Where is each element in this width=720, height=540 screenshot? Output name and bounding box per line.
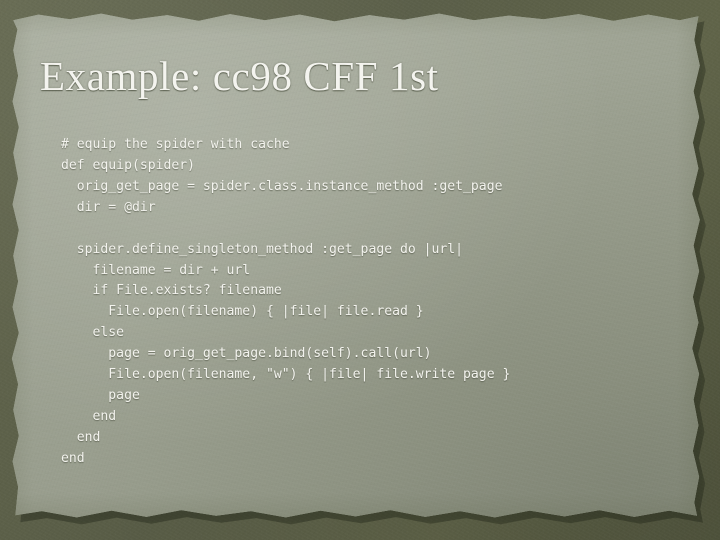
slide: Example: cc98 CFF 1st # equip the spider… bbox=[0, 0, 720, 540]
code-line: filename = dir + url bbox=[61, 262, 251, 278]
code-block: # equip the spider with cache def equip(s… bbox=[61, 135, 681, 469]
code-line: spider.define_singleton_method :get_page… bbox=[61, 241, 464, 257]
code-line: orig_get_page = spider.class.instance_me… bbox=[61, 178, 503, 194]
code-line: else bbox=[61, 325, 125, 341]
code-line: page bbox=[61, 387, 140, 403]
slide-content: Example: cc98 CFF 1st # equip the spider… bbox=[0, 0, 720, 540]
slide-title: Example: cc98 CFF 1st bbox=[40, 53, 439, 99]
code-line: end bbox=[61, 408, 117, 424]
code-line: File.open(filename) { |file| file.read } bbox=[61, 304, 424, 320]
code-line: if File.exists? filename bbox=[61, 283, 282, 299]
code-line: page = orig_get_page.bind(self).call(url… bbox=[61, 346, 432, 362]
code-line: def equip(spider) bbox=[61, 158, 196, 173]
code-line: end bbox=[61, 450, 85, 466]
code-line: dir = @dir bbox=[61, 199, 156, 215]
code-line: File.open(filename, "w") { |file| file.w… bbox=[61, 367, 511, 383]
code-line: end bbox=[61, 429, 101, 445]
code-line: # equip the spider with cache bbox=[61, 137, 290, 153]
